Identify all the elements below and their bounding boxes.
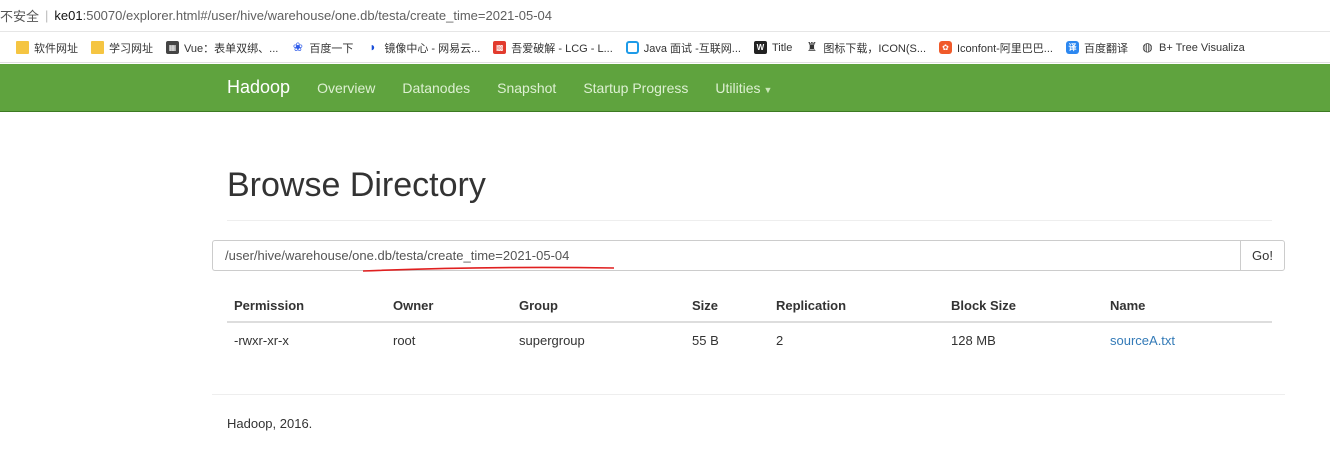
top-navbar: Hadoop Overview Datanodes Snapshot Start… (0, 64, 1330, 112)
cell-block-size: 128 MB (951, 333, 996, 348)
baidu-paw-icon: ❀ (292, 40, 303, 54)
iconfont-icon: ✿ (939, 41, 952, 54)
bookmark-label: 吾爱破解 - LCG - L... (511, 42, 613, 55)
bookmark-baidu[interactable]: ❀ 百度一下 (291, 40, 354, 56)
vue-icon: ▦ (166, 41, 179, 54)
bookmark-baidu-translate[interactable]: 译 百度翻译 (1065, 40, 1128, 56)
nav-utilities[interactable]: Utilities ▼ (715, 80, 772, 96)
footer-divider (212, 394, 1285, 395)
bookmark-vue[interactable]: ▦ Vue：表单双绑、... (166, 40, 278, 56)
cell-replication: 2 (776, 333, 784, 348)
caret-down-icon: ▼ (763, 84, 773, 95)
table-row: -rwxr-xr-x root supergroup 55 B 2 128 MB… (227, 322, 1272, 358)
table-header-row: Permission Owner Group Size Replication … (227, 289, 1272, 323)
translate-icon: 译 (1065, 41, 1079, 54)
cell-name: sourceA.txt (1103, 322, 1272, 358)
bookmark-title[interactable]: W Title (753, 41, 793, 54)
nav-startup-progress[interactable]: Startup Progress (583, 80, 688, 96)
column-block-size[interactable]: Block Size (944, 289, 1103, 323)
nav-snapshot[interactable]: Snapshot (497, 80, 556, 96)
address-separator: | (45, 8, 49, 23)
directory-listing-table: Permission Owner Group Size Replication … (227, 289, 1272, 358)
crack-icon: ▩ (493, 41, 507, 54)
footer-text: Hadoop, 2016. (227, 416, 313, 431)
nav-utilities-label: Utilities (715, 79, 761, 96)
column-owner[interactable]: Owner (386, 289, 512, 323)
bookmark-label: 学习网址 (109, 42, 153, 55)
bookmarks-bar: 软件网址 学习网址 ▦ Vue：表单双绑、... ❀ 百度一下 ◗ 镜像中心 -… (0, 33, 1330, 63)
bookmark-label: 百度一下 (309, 42, 354, 55)
file-link[interactable]: sourceA.txt (1110, 333, 1175, 348)
bookmark-label: 软件网址 (34, 42, 78, 55)
insecure-label[interactable]: 不安全 (0, 6, 39, 25)
folder-icon (16, 41, 29, 54)
bookmark-bplus-tree[interactable]: ◍ B+ Tree Visualiza (1141, 40, 1245, 54)
bookmark-iconfont[interactable]: ✿ Iconfont-阿里巴巴... (939, 40, 1053, 56)
bookmark-learning-sites[interactable]: 学习网址 (91, 40, 153, 56)
tv-icon (625, 41, 639, 54)
bookmark-label: 镜像中心 - 网易云... (384, 42, 481, 55)
address-bar[interactable]: 不安全 | ke01:50070/explorer.html#/user/hiv… (0, 0, 1330, 32)
url-host[interactable]: ke01 (54, 8, 82, 23)
page-title: Browse Directory (227, 166, 486, 204)
bookmark-software-sites[interactable]: 软件网址 (16, 40, 78, 56)
folder-icon (91, 41, 104, 54)
icon-site-icon: ♜ (806, 40, 818, 54)
nav-overview[interactable]: Overview (317, 80, 375, 96)
nav-datanodes[interactable]: Datanodes (402, 80, 470, 96)
column-replication[interactable]: Replication (769, 289, 944, 323)
column-group[interactable]: Group (512, 289, 685, 323)
globe-icon: ◍ (1142, 40, 1153, 54)
cell-owner: root (393, 333, 416, 348)
go-button[interactable]: Go! (1240, 240, 1285, 271)
bookmark-icon-download[interactable]: ♜ 图标下载，ICON(S... (805, 40, 926, 56)
brand-link[interactable]: Hadoop (227, 77, 290, 98)
cell-group: supergroup (519, 333, 585, 348)
bookmark-52pojie[interactable]: ▩ 吾爱破解 - LCG - L... (493, 40, 613, 56)
bookmark-label: Java 面试 -互联网... (643, 42, 741, 55)
url-path[interactable]: :50070/explorer.html#/user/hive/warehous… (83, 8, 552, 23)
column-size[interactable]: Size (685, 289, 769, 323)
ws-icon: W (753, 41, 767, 54)
title-divider (227, 220, 1272, 221)
bookmark-label: 百度翻译 (1083, 42, 1128, 55)
bookmark-java-interview[interactable]: Java 面试 -互联网... (625, 40, 741, 56)
bookmark-label: Title (771, 41, 793, 54)
column-permission[interactable]: Permission (227, 289, 386, 323)
red-annotation-underline (362, 266, 615, 272)
cell-permission: -rwxr-xr-x (234, 333, 289, 348)
mirror-icon: ◗ (369, 40, 377, 54)
cell-size: 55 B (692, 333, 719, 348)
bookmark-mirror-center[interactable]: ◗ 镜像中心 - 网易云... (366, 40, 480, 56)
bookmark-label: Iconfont-阿里巴巴... (957, 42, 1053, 55)
bookmark-label: B+ Tree Visualiza (1158, 41, 1245, 54)
column-name[interactable]: Name (1103, 289, 1272, 323)
bookmark-label: Vue：表单双绑、... (184, 42, 279, 55)
bookmark-label: 图标下载，ICON(S... (823, 42, 926, 55)
